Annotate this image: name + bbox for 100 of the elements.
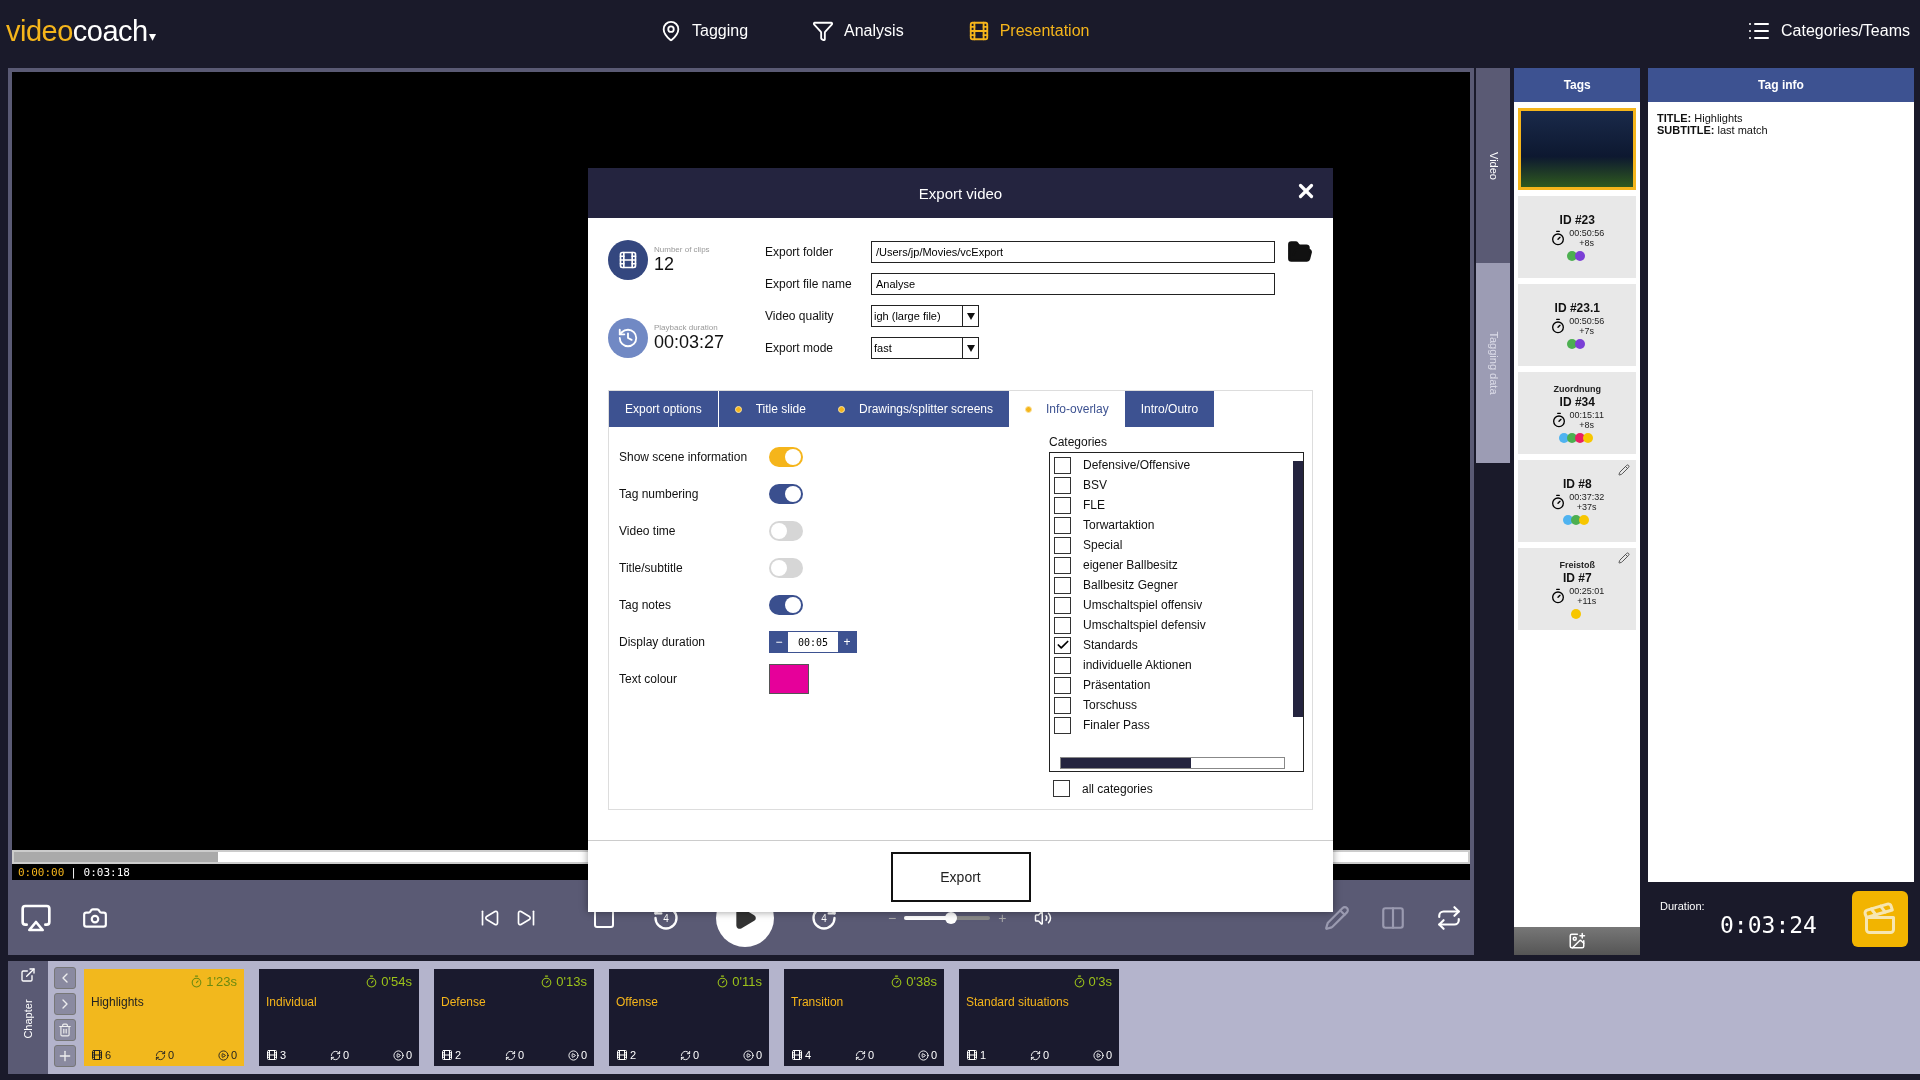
delete-button[interactable] (54, 1019, 76, 1041)
checkbox[interactable] (1054, 636, 1071, 654)
chapter-label: Chapter (22, 999, 34, 1039)
input-field[interactable]: Analyse (871, 273, 1275, 295)
checkbox[interactable] (1054, 716, 1071, 734)
tag-card[interactable]: Freistoß ID #7 00:25:01 +11s (1518, 548, 1636, 630)
chapter-card[interactable]: 0'3s Standard situations 1 0 0 (959, 969, 1119, 1066)
play-count: 0 (392, 1049, 412, 1061)
videocoach-logo[interactable]: videocoach▾ (6, 14, 156, 48)
tag-time: 00:15:11 (1569, 409, 1604, 420)
checkbox[interactable] (1054, 496, 1071, 514)
clapperboard-button[interactable] (1852, 890, 1908, 947)
category-item[interactable]: Standards (1054, 635, 1293, 655)
checkbox[interactable] (1054, 516, 1071, 534)
add-image-button[interactable] (1514, 927, 1640, 955)
add-button[interactable] (54, 1045, 76, 1067)
stopwatch-icon (1550, 318, 1567, 334)
tag-card[interactable]: Zuordnung ID #34 00:15:11 +8s (1518, 372, 1636, 454)
funnel-icon (812, 20, 835, 42)
checkbox[interactable] (1054, 676, 1071, 694)
dropdown[interactable]: igh (large file) (871, 305, 979, 327)
category-item[interactable]: individuelle Aktionen (1054, 655, 1293, 675)
loop-count: 0 (504, 1049, 525, 1061)
category-item[interactable]: Ballbesitz Gegner (1054, 575, 1293, 595)
pencil-icon[interactable] (1618, 464, 1630, 476)
checkbox[interactable] (1054, 456, 1071, 474)
tag-card[interactable]: ID #8 00:37:32 +37s (1518, 460, 1636, 542)
category-item[interactable]: Finaler Pass (1054, 715, 1293, 735)
option-label: Text colour (619, 672, 679, 686)
chapter-card[interactable]: 0'38s Transition 4 0 0 (784, 969, 944, 1066)
tag-category: Freistoß (1559, 559, 1595, 570)
dialog-tab[interactable]: Title slide (718, 391, 822, 427)
chapter-duration: 0'3s (1072, 974, 1112, 989)
nav-tab[interactable]: Presentation (967, 20, 1090, 42)
toggle-switch[interactable] (769, 558, 803, 578)
dialog-tab[interactable]: Export options (609, 391, 718, 427)
tag-card[interactable]: ID #23 00:50:56 +8s (1518, 196, 1636, 278)
checkbox[interactable] (1054, 656, 1071, 674)
tag-card[interactable]: ID #23.1 00:50:56 +7s (1518, 284, 1636, 366)
loop-icon (679, 1049, 691, 1061)
checkbox[interactable] (1053, 780, 1070, 797)
category-item[interactable]: BSV (1054, 475, 1293, 495)
option-label: Tag numbering (619, 487, 700, 501)
toggle-switch[interactable] (769, 484, 803, 504)
stopwatch-icon (716, 975, 730, 988)
repeat-icon[interactable] (1436, 904, 1463, 931)
side-tab[interactable]: Video (1476, 68, 1511, 263)
all-categories-item[interactable]: all categories (1049, 780, 1304, 797)
category-item[interactable]: Torwartaktion (1054, 515, 1293, 535)
checkbox[interactable] (1054, 576, 1071, 594)
category-item[interactable]: FLE (1054, 495, 1293, 515)
category-item[interactable]: Special (1054, 535, 1293, 555)
chapter-name: Individual (266, 995, 318, 1011)
categories-title: Categories (1049, 435, 1109, 449)
toggle-switch[interactable] (769, 447, 803, 467)
pencil-icon[interactable] (1618, 552, 1630, 564)
pencil-icon[interactable] (1324, 904, 1351, 931)
checkbox[interactable] (1054, 696, 1071, 714)
title-slide-thumbnail[interactable] (1518, 108, 1636, 190)
dropdown[interactable]: fast (871, 337, 979, 359)
category-item[interactable]: Umschaltspiel defensiv (1054, 615, 1293, 635)
input-field[interactable]: /Users/jp/Movies/vcExport (871, 241, 1275, 263)
category-item[interactable]: Präsentation (1054, 675, 1293, 695)
dialog-tab[interactable]: Intro/Outro (1124, 391, 1215, 427)
chapter-card[interactable]: 0'54s Individual 3 0 0 (259, 969, 419, 1066)
loop-count: 0 (854, 1049, 875, 1061)
checkbox[interactable] (1054, 596, 1071, 614)
chapter-name: Offense (616, 995, 659, 1011)
play-circle-icon (1092, 1049, 1104, 1061)
checkbox[interactable] (1054, 556, 1071, 574)
stat-label: Playback duration (654, 323, 719, 332)
tag-info-line: SUBTITLE: last match (1657, 124, 1769, 136)
checkbox[interactable] (1054, 536, 1071, 554)
stopwatch-icon (1072, 975, 1086, 988)
chapter-card[interactable]: 0'11s Offense 2 0 0 (609, 969, 769, 1066)
checkbox[interactable] (1054, 616, 1071, 634)
play-circle-icon (217, 1049, 229, 1061)
chapter-card[interactable]: 0'13s Defense 2 0 0 (434, 969, 594, 1066)
colour-swatch[interactable] (769, 664, 809, 694)
checkbox[interactable] (1054, 476, 1071, 494)
toggle-switch[interactable] (769, 521, 803, 541)
external-link-icon[interactable] (20, 967, 36, 983)
field-label: Video quality (765, 309, 835, 323)
nav-tab[interactable]: Tagging (660, 20, 749, 42)
vertical-scrollbar[interactable] (1293, 461, 1303, 717)
dialog-tab[interactable]: Drawings/splitter screens (821, 391, 1009, 427)
chapter-name: Defense (441, 995, 487, 1011)
category-item[interactable]: Defensive/Offensive (1054, 455, 1293, 475)
chapter-duration: 0'11s (716, 974, 762, 989)
play-count: 0 (917, 1049, 937, 1061)
category-item[interactable]: Umschaltspiel offensiv (1054, 595, 1293, 615)
horizontal-scrollbar[interactable] (1060, 757, 1285, 769)
export-button[interactable]: Export (890, 851, 1031, 902)
categories-teams-button[interactable]: Categories/Teams (1747, 19, 1914, 43)
tag-id: ID #23.1 (1554, 301, 1600, 315)
nav-tab[interactable]: Analysis (812, 20, 904, 42)
chapter-card[interactable]: 1'23s Highlights 6 0 0 (84, 969, 244, 1066)
category-item[interactable]: Torschuss (1054, 695, 1293, 715)
toggle-switch[interactable] (769, 595, 803, 615)
category-item[interactable]: eigener Ballbesitz (1054, 555, 1293, 575)
